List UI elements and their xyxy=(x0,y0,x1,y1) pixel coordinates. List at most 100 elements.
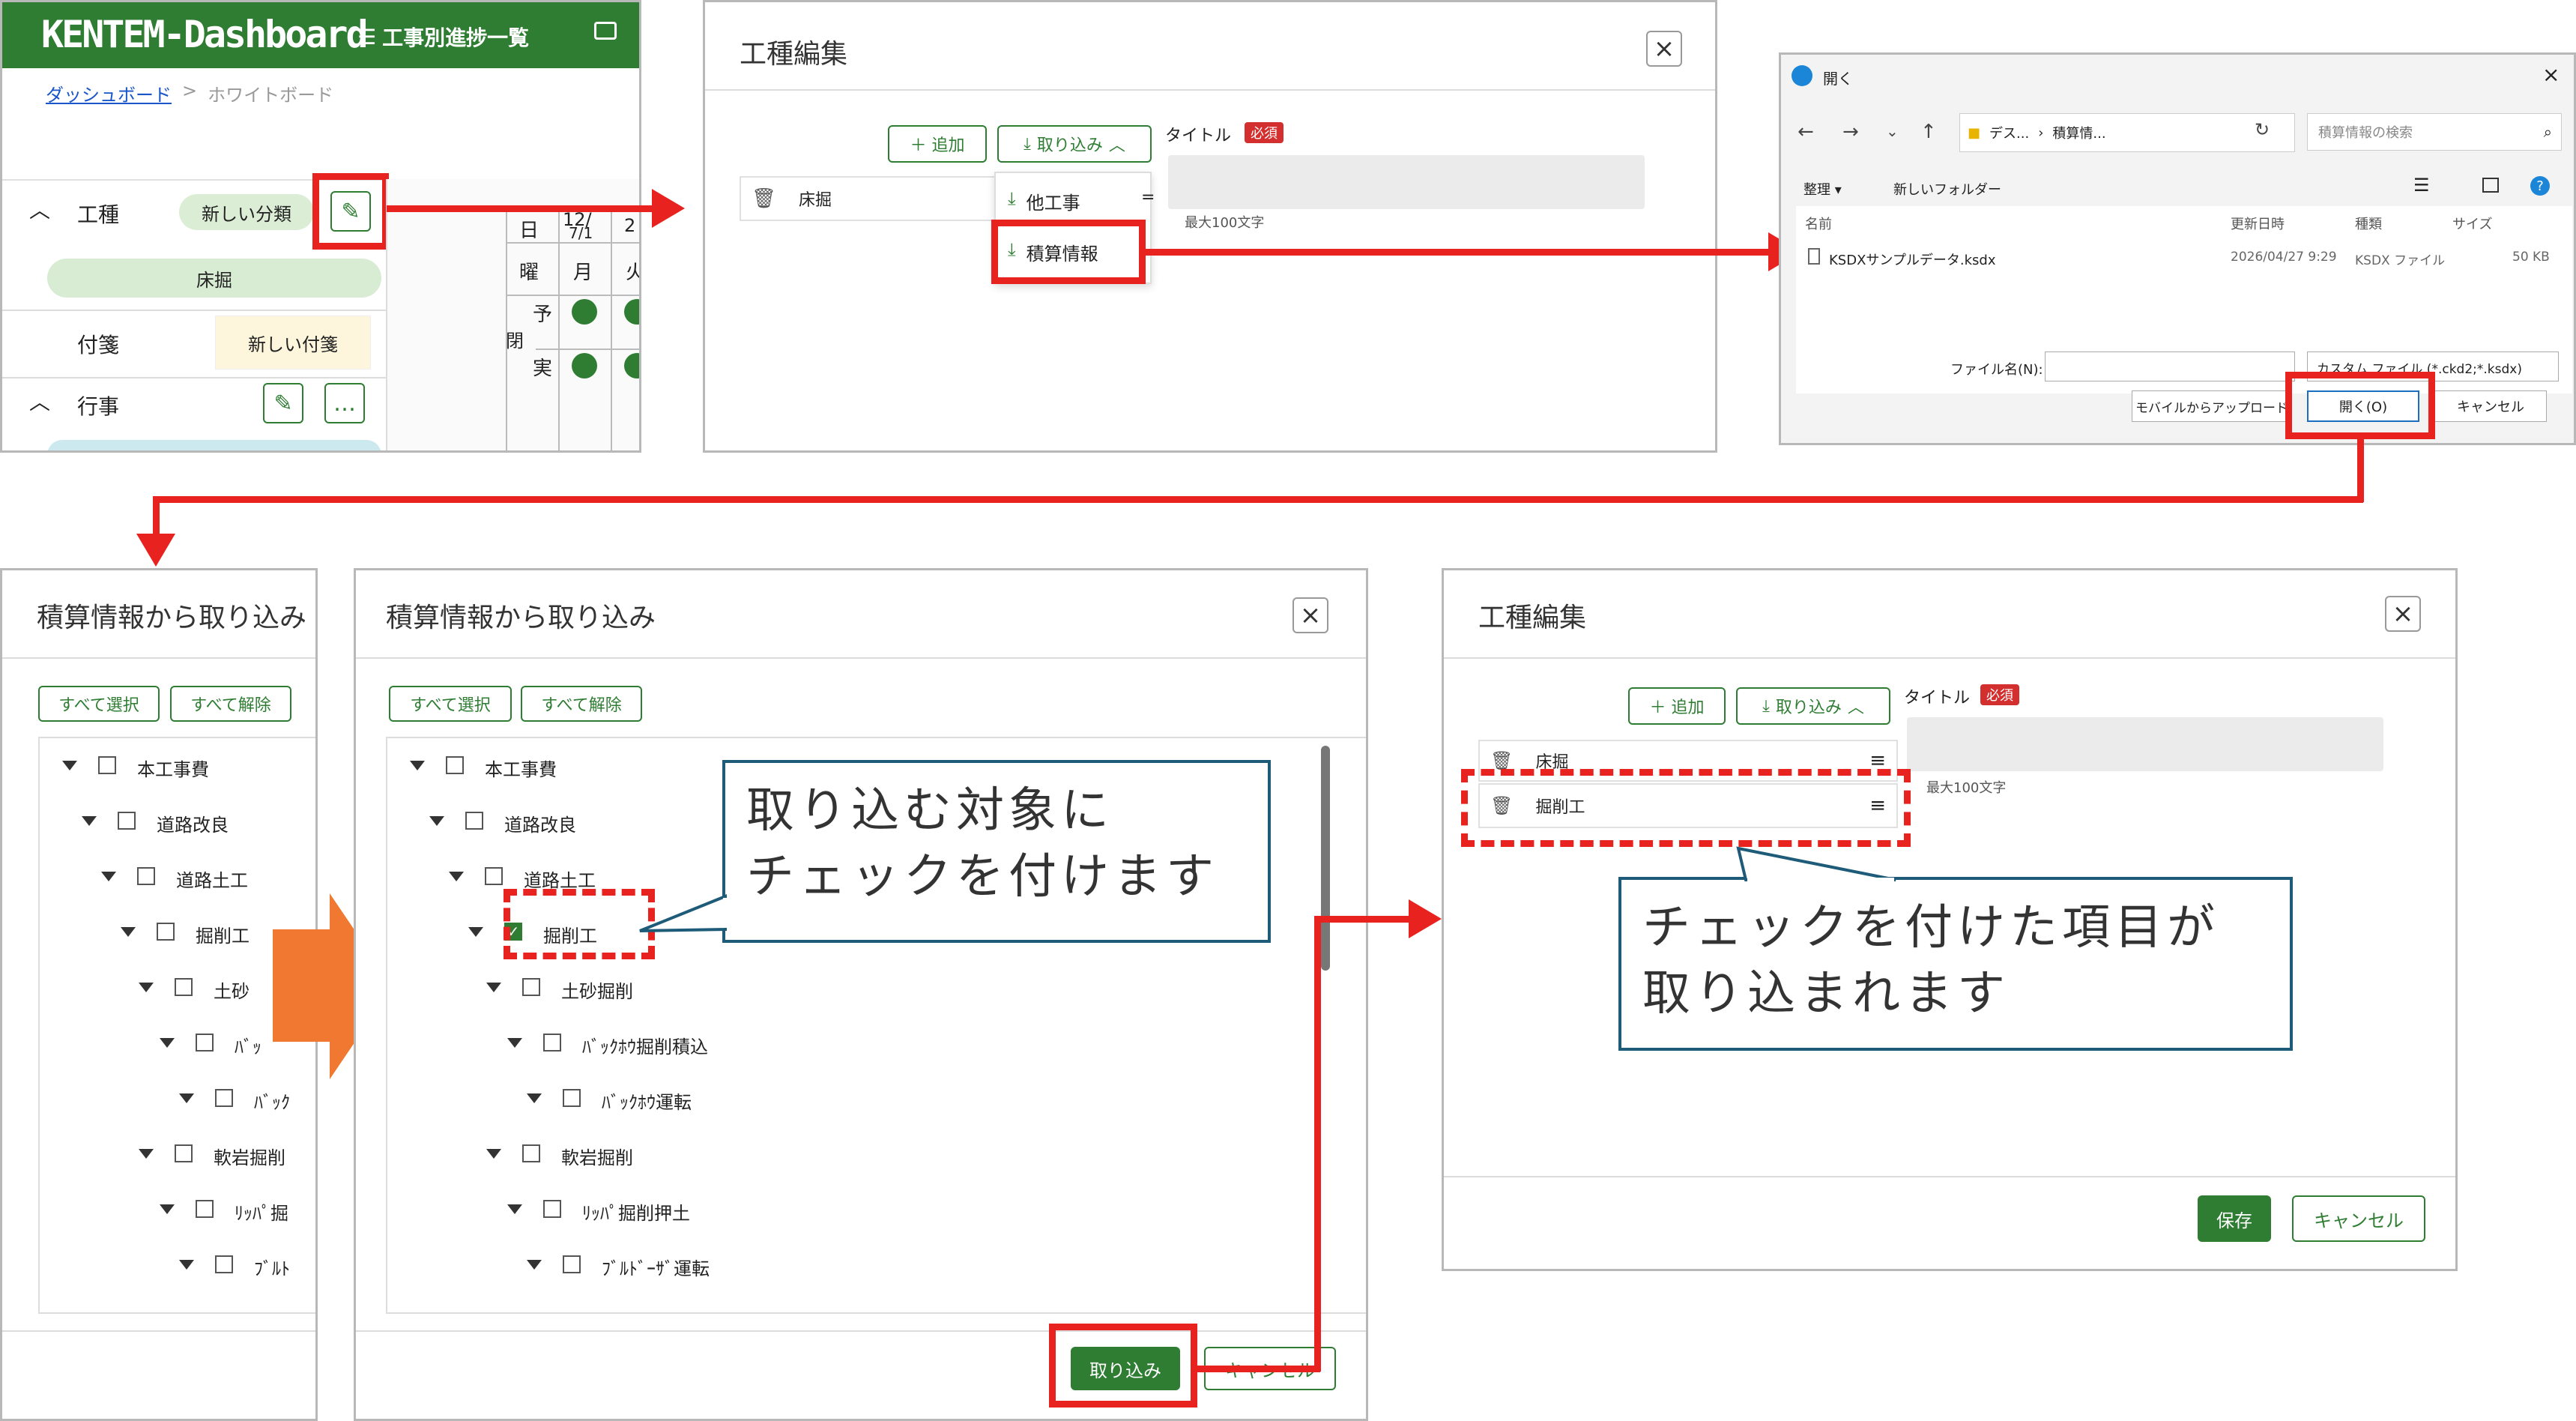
organize-button[interactable]: 整理 ▾ xyxy=(1803,179,1842,199)
expand-toggle-icon[interactable] xyxy=(410,761,425,770)
expand-toggle-icon[interactable] xyxy=(429,816,444,826)
col-modified[interactable]: 更新日時 xyxy=(2231,214,2285,233)
trash-icon[interactable]: 🗑 xyxy=(1490,750,1513,771)
expand-toggle-icon[interactable] xyxy=(179,1093,194,1103)
tree-checkbox[interactable] xyxy=(543,1034,561,1052)
expand-toggle-icon[interactable] xyxy=(449,872,464,881)
wrench-icon[interactable] xyxy=(624,353,639,378)
import-dropdown-button[interactable]: ⤓ 取り込み ︿ xyxy=(997,125,1152,163)
collapse-kouji-icon[interactable]: ︿ xyxy=(29,194,50,224)
address-bar[interactable]: ■ デス... › 積算情... xyxy=(1959,113,2295,152)
expand-toggle-icon[interactable] xyxy=(121,927,136,937)
add-button[interactable]: ＋ 追加 xyxy=(1628,687,1726,725)
menu-item-other-work[interactable]: ⤓ 他工事 xyxy=(1008,188,1080,214)
forward-icon[interactable]: → xyxy=(1842,121,1859,143)
expand-toggle-icon[interactable] xyxy=(468,927,483,937)
new-fusen-button[interactable]: 新しい付箋 xyxy=(215,316,371,369)
add-button[interactable]: ＋ 追加 xyxy=(888,125,987,163)
close-button[interactable]: × xyxy=(2385,596,2421,632)
scrollbar[interactable] xyxy=(1321,746,1330,971)
filename-input[interactable] xyxy=(2045,352,2295,381)
preview-pane-icon[interactable] xyxy=(2482,178,2499,193)
tree-checkbox[interactable] xyxy=(175,1144,193,1162)
tree-checkbox[interactable] xyxy=(522,1144,540,1162)
tree-checkbox[interactable] xyxy=(563,1089,581,1107)
new-folder-button[interactable]: 新しいフォルダー xyxy=(1893,179,2001,199)
expand-toggle-icon[interactable] xyxy=(486,983,501,992)
select-all-button[interactable]: すべて選択 xyxy=(389,686,512,722)
import-dropdown-button[interactable]: ⤓ 取り込み ︿ xyxy=(1736,687,1890,725)
close-button[interactable]: × xyxy=(1292,597,1328,633)
col-name[interactable]: 名前 xyxy=(1805,214,1832,233)
refresh-icon[interactable]: ↻ xyxy=(2255,119,2270,140)
expand-toggle-icon[interactable] xyxy=(101,872,116,881)
tree-checkbox[interactable] xyxy=(563,1255,581,1273)
view-menu-icon[interactable]: ☰ xyxy=(2413,175,2430,196)
category-row[interactable]: 🗑 床掘 xyxy=(740,176,1009,221)
mobile-upload-button[interactable]: モバイルからアップロード xyxy=(2132,390,2292,422)
deselect-all-button[interactable]: すべて解除 xyxy=(170,686,291,722)
up-icon[interactable]: ↑ xyxy=(1920,121,1937,143)
expand-toggle-icon[interactable] xyxy=(82,816,97,826)
drag-handle-icon[interactable]: = xyxy=(1141,188,1155,207)
trash-icon[interactable]: 🗑 xyxy=(752,187,776,210)
expand-toggle-icon[interactable] xyxy=(139,1149,154,1159)
category-chip[interactable]: 床掘 xyxy=(47,259,381,298)
close-button[interactable]: × xyxy=(1646,31,1682,67)
tree-item-label: 土砂掘削 xyxy=(561,981,633,1002)
dashboard-panel: KENTEM-Dashboard ☰ 工事別進捗一覧 ダッシュボード > ホワイ… xyxy=(0,0,641,453)
expand-toggle-icon[interactable] xyxy=(527,1093,542,1103)
tree-checkbox[interactable] xyxy=(157,923,175,941)
deselect-all-button[interactable]: すべて解除 xyxy=(521,686,642,722)
new-category-button[interactable]: 新しい分類 xyxy=(179,194,314,230)
expand-toggle-icon[interactable] xyxy=(527,1260,542,1270)
tree-checkbox[interactable] xyxy=(196,1034,214,1052)
dialog-title: 工種編集 xyxy=(1478,603,1587,633)
title-input[interactable] xyxy=(1168,155,1645,209)
nav-progress-list[interactable]: ☰ 工事別進捗一覧 xyxy=(357,22,529,52)
title-input[interactable] xyxy=(1907,717,2383,771)
cancel-button[interactable]: キャンセル xyxy=(2292,1195,2425,1242)
breadcrumb-link-dashboard[interactable]: ダッシュボード xyxy=(46,80,172,106)
tree-checkbox[interactable] xyxy=(137,867,155,885)
expand-toggle-icon[interactable] xyxy=(139,983,154,992)
tree-checkbox[interactable] xyxy=(196,1200,214,1218)
more-gyouji-button[interactable]: … xyxy=(324,383,365,423)
tree-checkbox[interactable] xyxy=(446,756,464,774)
expand-toggle-icon[interactable] xyxy=(507,1204,522,1214)
expand-toggle-icon[interactable] xyxy=(62,761,77,770)
col-size[interactable]: サイズ xyxy=(2452,214,2492,233)
tree-checkbox[interactable] xyxy=(522,978,540,996)
video-icon[interactable] xyxy=(594,22,617,40)
tree-checkbox[interactable] xyxy=(118,812,136,830)
select-all-button[interactable]: すべて選択 xyxy=(38,686,160,722)
tree-checkbox[interactable] xyxy=(175,978,193,996)
tree-checkbox[interactable] xyxy=(215,1255,233,1273)
wrench-icon[interactable] xyxy=(624,299,639,325)
collapse-gyouji-icon[interactable]: ︿ xyxy=(29,386,50,416)
expand-toggle-icon[interactable] xyxy=(179,1260,194,1270)
tree-checkbox[interactable] xyxy=(98,756,116,774)
expand-toggle-icon[interactable] xyxy=(486,1149,501,1159)
cancel-button[interactable]: キャンセル xyxy=(2434,390,2547,422)
expand-toggle-icon[interactable] xyxy=(160,1204,175,1214)
expand-toggle-icon[interactable] xyxy=(160,1038,175,1048)
file-row[interactable]: KSDXサンプルデータ.ksdx 2026/04/27 9:29 KSDX ファ… xyxy=(1796,244,2572,274)
help-icon[interactable]: ? xyxy=(2530,176,2550,196)
tree-checkbox[interactable] xyxy=(215,1089,233,1107)
tree-checkbox[interactable] xyxy=(465,812,483,830)
chevron-down-icon[interactable]: ⌄ xyxy=(1886,122,1899,140)
brand-logo: KENTEM-Dashboard xyxy=(41,13,369,56)
wrench-icon[interactable] xyxy=(572,353,597,378)
wrench-icon[interactable] xyxy=(572,299,597,325)
tree-checkbox[interactable] xyxy=(543,1200,561,1218)
back-icon[interactable]: ← xyxy=(1798,121,1814,143)
gyouji-chip[interactable] xyxy=(47,440,381,450)
col-type[interactable]: 種類 xyxy=(2355,214,2382,233)
search-input[interactable]: 積算情報の検索 ⌕ xyxy=(2307,113,2562,151)
edit-gyouji-button[interactable]: ✎ xyxy=(263,383,303,423)
save-button[interactable]: 保存 xyxy=(2198,1195,2271,1242)
tree-checkbox[interactable] xyxy=(485,867,503,885)
close-icon[interactable]: × xyxy=(2542,62,2560,87)
expand-toggle-icon[interactable] xyxy=(507,1038,522,1048)
